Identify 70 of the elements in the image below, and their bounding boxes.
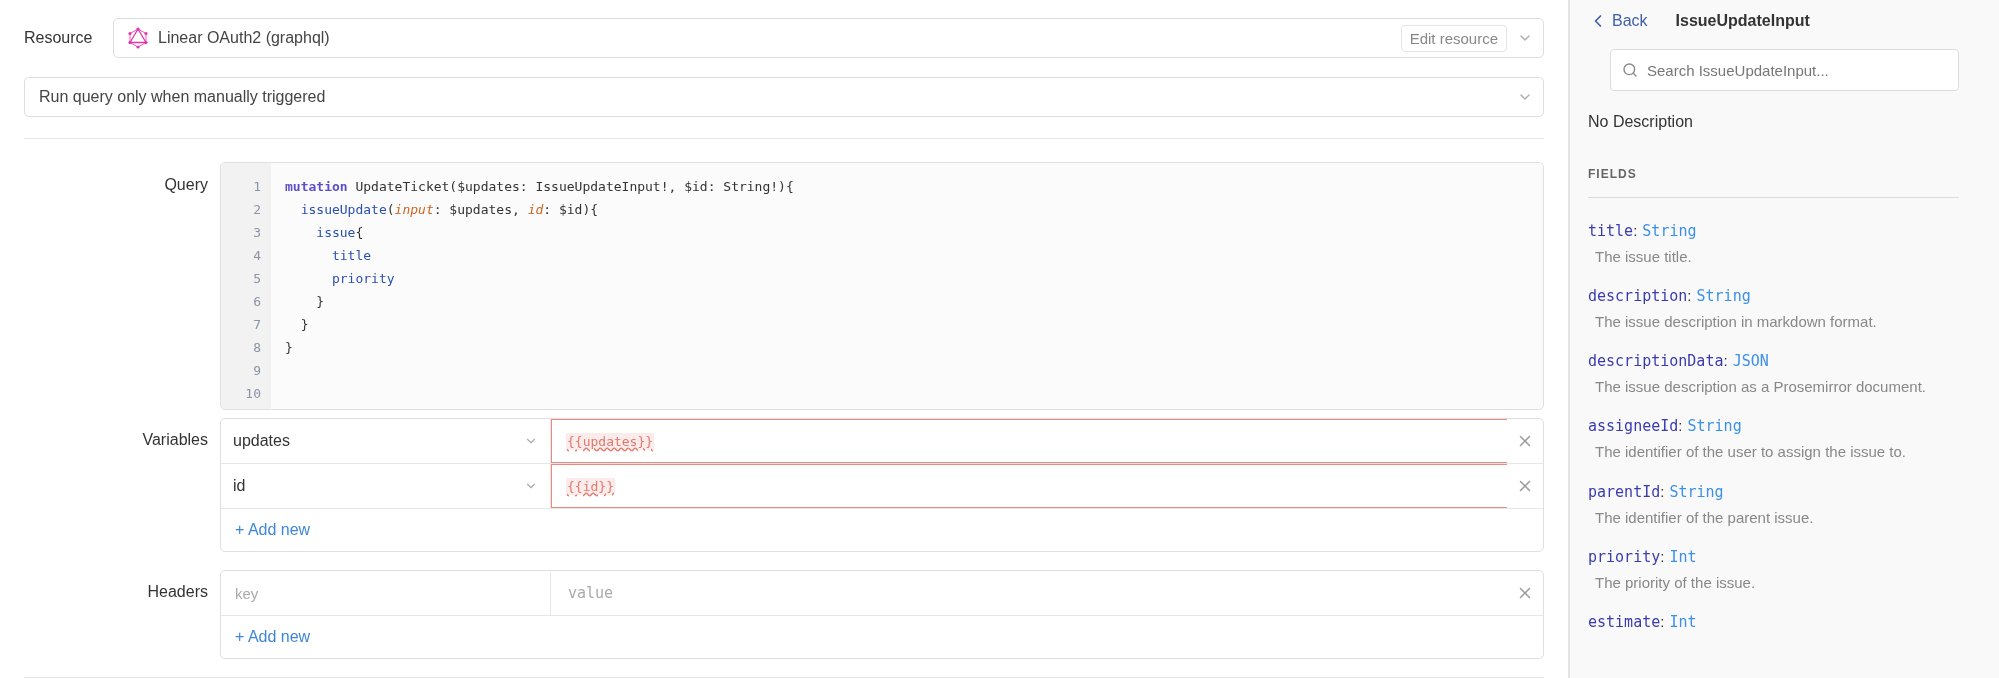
code-line: issue{ <box>315 224 365 242</box>
separator: : <box>1687 287 1692 305</box>
variable-name-select[interactable]: updates <box>221 419 551 463</box>
field-type[interactable]: String <box>1669 482 1724 501</box>
code-line: title <box>330 247 373 265</box>
field-label: Query <box>163 175 209 194</box>
type-description: No Description <box>1588 113 1694 131</box>
field-label: Resource <box>24 29 94 47</box>
section-heading: FIELDS <box>1588 167 1959 198</box>
variable-name-select[interactable]: id <box>221 464 551 508</box>
line-number: 8 <box>253 339 261 357</box>
line-number: 7 <box>253 316 261 334</box>
template-value: {{updates}} <box>566 432 655 450</box>
field-type[interactable]: String <box>1687 417 1742 436</box>
header-key-field[interactable]: key <box>233 583 538 603</box>
code-editor[interactable]: 1 2 3 4 5 6 7 8 9 10 mutation UpdateTicket($updates: IssueUpdateInput!, $id: String!){ issueUpdate(input: $updates, id: $id){ issue{ title priority } } } <box>220 162 1544 410</box>
field-description: The identifier of the user to assign the issue to. <box>1595 443 1907 461</box>
field-type[interactable]: String <box>1696 287 1751 306</box>
field-name[interactable]: description <box>1588 287 1688 306</box>
line-number: 3 <box>253 224 261 242</box>
field-description: The issue description as a Prosemirror document. <box>1595 378 1927 396</box>
field-type[interactable]: JSON <box>1732 352 1769 371</box>
search-icon <box>1622 62 1638 78</box>
code-line: mutation UpdateTicket($updates: IssueUpdateInput!, $id: String!){ <box>285 178 794 196</box>
field-description: The priority of the issue. <box>1595 573 1757 591</box>
trigger-select[interactable]: Run query only when manually triggered <box>24 77 1544 117</box>
code-line: } <box>315 293 326 311</box>
separator: : <box>1723 352 1728 370</box>
separator: : <box>1660 547 1665 565</box>
variable-name: id <box>233 477 247 495</box>
field-name[interactable]: parentId <box>1588 482 1661 501</box>
panel-title: IssueUpdateInput <box>1675 12 1810 30</box>
variable-name: updates <box>233 432 291 450</box>
field-type[interactable]: Int <box>1669 612 1697 631</box>
separator: : <box>1633 222 1638 239</box>
edit-resource-button[interactable]: Edit resource <box>1400 24 1507 52</box>
separator: : <box>1660 612 1665 630</box>
search-field[interactable]: Search IssueUpdateInput... <box>1610 49 1959 91</box>
line-number: 4 <box>253 247 261 265</box>
resource-select[interactable]: Linear OAuth2 (graphql) Edit resource <box>113 18 1544 58</box>
add-new-link[interactable]: + Add new <box>235 521 311 539</box>
line-number: 10 <box>245 385 261 403</box>
header-value-field[interactable]: value <box>566 583 1493 603</box>
field-label: Variables <box>141 430 209 449</box>
back-link[interactable]: Back <box>1588 11 1648 31</box>
template-value: {{id}} <box>566 477 615 495</box>
field-description: The issue description in markdown format. <box>1595 313 1878 331</box>
code-line: } <box>299 316 310 334</box>
line-number: 6 <box>253 293 261 311</box>
line-number: 2 <box>253 201 261 219</box>
select-value: Run query only when manually triggered <box>39 88 327 106</box>
field-description: The issue title. <box>1595 248 1693 265</box>
add-new-link[interactable]: + Add new <box>235 628 311 646</box>
field-description: The identifier of the parent issue. <box>1595 508 1815 526</box>
separator: : <box>1678 417 1683 435</box>
separator: : <box>1660 482 1665 500</box>
field-label: Headers <box>146 582 209 601</box>
field-name[interactable]: title <box>1588 222 1634 240</box>
line-number: 5 <box>253 270 261 288</box>
select-value: Linear OAuth2 (graphql) <box>158 29 331 47</box>
code-line: issueUpdate(input: $updates, id: $id){ <box>299 201 600 219</box>
line-number: 1 <box>253 178 261 196</box>
line-number: 9 <box>253 362 261 380</box>
code-line: priority <box>330 270 396 288</box>
graphql-logo-icon <box>128 27 148 49</box>
field-type[interactable]: String <box>1642 222 1697 240</box>
code-line: } <box>285 339 294 357</box>
field-name[interactable]: descriptionData <box>1588 352 1724 371</box>
field-type[interactable]: Int <box>1669 547 1697 566</box>
field-name[interactable]: assigneeId <box>1588 417 1679 436</box>
